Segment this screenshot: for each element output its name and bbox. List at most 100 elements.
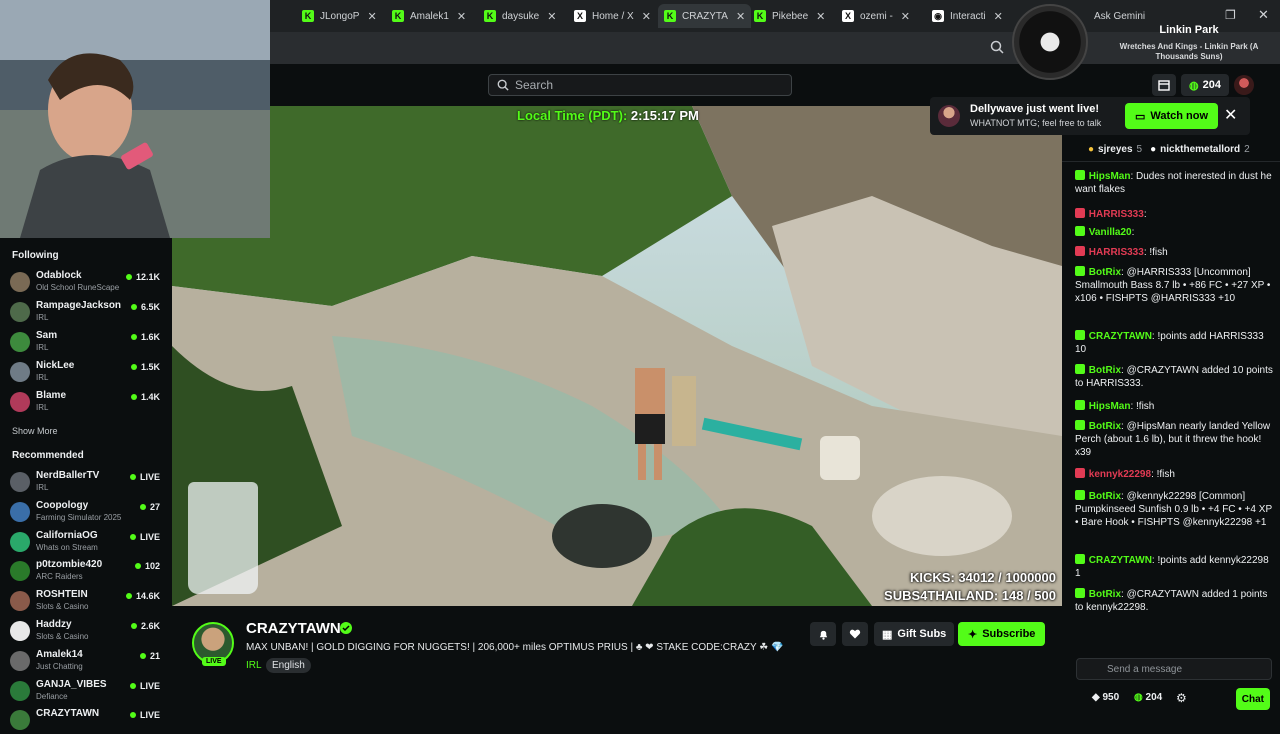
video-player[interactable]: Local Time (PDT): 2:15:17 PM KICKS: 3401… (172, 106, 1062, 606)
notification-bell-button[interactable] (810, 622, 836, 646)
channel-avatar (10, 680, 30, 701)
tab-label: CRAZYTA (682, 10, 728, 22)
chat-username[interactable]: HipsMan (1089, 171, 1131, 182)
sidebar-channel[interactable]: RampageJackson IRL 6.5K (10, 298, 164, 326)
channel-name: Blame (36, 390, 67, 401)
tab-close-icon[interactable]: ✕ (994, 10, 1003, 23)
chat-username[interactable]: BotRix (1089, 589, 1121, 600)
browser-tab[interactable]: Kdaysuke ✕ (478, 4, 562, 28)
chat-username[interactable]: BotRix (1089, 267, 1121, 278)
sidebar-channel[interactable]: Coopology Farming Simulator 2025 27 (10, 498, 164, 526)
chat-text: !fish (1156, 469, 1175, 480)
live-dot-icon (134, 563, 141, 570)
local-time-value: 2:15:17 PM (630, 108, 699, 123)
gifter-name[interactable]: nickthemetallord (1160, 144, 1240, 155)
sidebar-channel[interactable]: GANJA_VIBES Defiance LIVE (10, 677, 164, 705)
kicks-balance[interactable]: ◆ 950 (1092, 692, 1119, 703)
search-input[interactable]: Search (488, 74, 792, 96)
sidebar-channel[interactable]: Amalek14 Just Chatting 21 (10, 647, 164, 675)
channel-avatar (10, 561, 30, 582)
channel-avatar (10, 531, 30, 552)
viewer-count: 27 (139, 502, 160, 512)
chat-message: HARRIS333: (1075, 208, 1275, 221)
channel-category: ARC Raiders (36, 572, 83, 582)
zoom-icon[interactable] (990, 40, 1004, 59)
tab-close-icon[interactable]: ✕ (901, 10, 910, 23)
live-dot-icon (139, 503, 146, 510)
library-button[interactable] (1152, 74, 1176, 96)
tab-favicon-icon: K (484, 10, 496, 22)
chat-username[interactable]: BotRix (1089, 491, 1121, 502)
chat-points-balance[interactable]: ◍ 204 (1134, 692, 1162, 703)
browser-tab[interactable]: K JLongoP ✕ (296, 4, 383, 28)
chat-username[interactable]: HipsMan (1089, 401, 1131, 412)
tab-close-icon[interactable]: ✕ (736, 10, 745, 23)
tab-close-icon[interactable]: ✕ (457, 10, 466, 23)
gift-subs-button[interactable]: ▦ Gift Subs (874, 622, 955, 646)
channel-name: p0tzombie420 (36, 559, 103, 571)
sidebar-channel[interactable]: p0tzombie420 ARC Raiders 102 (10, 557, 164, 585)
channel-category: IRL (36, 403, 49, 412)
language-tag[interactable]: English (266, 658, 311, 673)
live-badge: LIVE (202, 657, 226, 666)
local-time-label: Local Time (PDT): (517, 108, 628, 123)
chat-username[interactable]: CRAZYTAWN (1089, 331, 1152, 342)
follow-button[interactable] (842, 622, 868, 646)
tab-close-icon[interactable]: ✕ (642, 10, 651, 23)
chat-username[interactable]: HARRIS333 (1089, 247, 1144, 258)
points-balance[interactable]: ◍ 204 (1181, 74, 1229, 96)
sidebar-channel[interactable]: CaliforniaOG Whats on Stream LIVE (10, 528, 164, 556)
browser-tab[interactable]: K Pikebee ✕ (748, 4, 831, 28)
points-value: 204 (1202, 79, 1221, 91)
chat-message: BotRix: @CRAZYTAWN added 10 points to HA… (1075, 364, 1275, 390)
sidebar-channel[interactable]: NerdBallerTV IRL LIVE (10, 468, 164, 496)
chat-username[interactable]: CRAZYTAWN (1089, 555, 1152, 566)
chat-username[interactable]: Vanilla20 (1089, 227, 1132, 238)
tab-close-icon[interactable]: ✕ (816, 10, 825, 23)
show-more-link[interactable]: Show More (12, 426, 58, 436)
watch-now-button[interactable]: ▭ Watch now (1125, 103, 1219, 129)
chat-username[interactable]: HARRIS333 (1089, 209, 1144, 220)
search-icon (497, 79, 509, 91)
sidebar-channel[interactable]: CRAZYTAWN LIVE (10, 706, 164, 734)
browser-tab[interactable]: K CRAZYTA ✕ (658, 4, 752, 28)
subscribe-button[interactable]: ✦ Subscribe (958, 622, 1046, 646)
browser-tab[interactable]: K Amalek1 ✕ (386, 4, 472, 28)
channel-avatar (10, 710, 30, 731)
sidebar-channel[interactable]: Blame IRL 1.4K (10, 388, 164, 416)
live-dot-icon (130, 623, 137, 629)
beer-mug-widget (188, 482, 258, 594)
tab-favicon-icon: K (302, 10, 314, 22)
send-chat-button[interactable]: Chat (1235, 688, 1270, 710)
chat-username[interactable]: BotRix (1089, 365, 1121, 376)
viewer-count: 14.6K (125, 591, 160, 601)
browser-tab[interactable]: X Home / X ✕ (568, 4, 657, 28)
viewer-count: 6.5K (130, 302, 160, 312)
tab-close-icon[interactable]: ✕ (367, 10, 376, 23)
sidebar-channel[interactable]: Haddzy Slots & Casino 2.6K (10, 617, 164, 645)
chat-message-input[interactable]: Send a message (1076, 658, 1272, 680)
chat-username[interactable]: BotRix (1089, 421, 1121, 432)
gifter-name[interactable]: sjreyes (1098, 144, 1132, 155)
sidebar-channel[interactable]: NickLee IRL 1.5K (10, 358, 164, 386)
category-link[interactable]: IRL (246, 660, 262, 671)
tab-favicon-icon: K (754, 10, 766, 22)
sidebar-channel[interactable]: Odablock Old School RuneScape 12.1K (10, 268, 164, 296)
chat-text: !fish (1136, 401, 1155, 412)
browser-tab[interactable]: ◉ Interacti ✕ (926, 4, 1009, 28)
channel-name[interactable]: CRAZYTAWN (246, 620, 341, 637)
settings-icon[interactable]: ⚙ (1176, 691, 1187, 705)
webcam-frame (0, 0, 270, 238)
close-icon[interactable]: ✕ (1224, 105, 1237, 125)
library-icon (1158, 80, 1170, 91)
chat-username[interactable]: kennyk22298 (1089, 469, 1151, 480)
sidebar-channel[interactable]: ROSHTEIN Slots & Casino 14.6K (10, 587, 164, 615)
tab-label: JLongoP (320, 10, 360, 22)
channel-info: LIVE CRAZYTAWN MAX UNBAN! | GOLD DIGGING… (172, 606, 1062, 720)
kick-icon: ◆ (1092, 692, 1103, 703)
tab-close-icon[interactable]: ✕ (547, 10, 556, 23)
sidebar-channel[interactable]: Sam IRL 1.6K (10, 328, 164, 356)
chat-message: BotRix: @CRAZYTAWN added 1 points to ken… (1075, 588, 1275, 614)
user-avatar[interactable] (1234, 75, 1254, 95)
browser-tab[interactable]: Xozemi - ✕ (836, 4, 916, 28)
